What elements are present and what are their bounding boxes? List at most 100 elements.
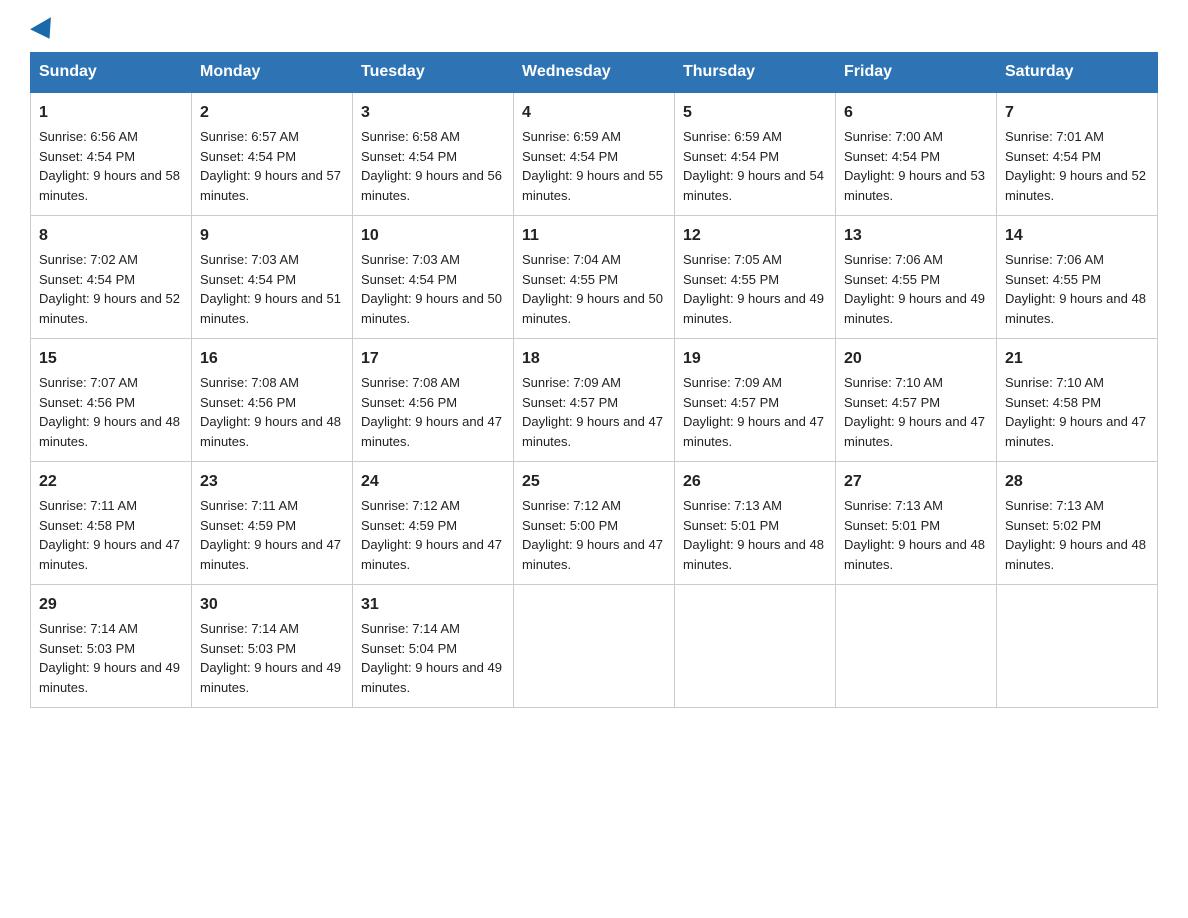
day-cell: 11 Sunrise: 7:04 AMSunset: 4:55 PMDayligh… (514, 216, 675, 339)
day-number: 10 (361, 224, 505, 248)
day-cell: 20 Sunrise: 7:10 AMSunset: 4:57 PMDayligh… (836, 339, 997, 462)
day-number: 1 (39, 101, 183, 125)
day-cell: 30 Sunrise: 7:14 AMSunset: 5:03 PMDayligh… (192, 585, 353, 708)
day-info: Sunrise: 7:08 AMSunset: 4:56 PMDaylight:… (361, 375, 502, 449)
day-info: Sunrise: 6:58 AMSunset: 4:54 PMDaylight:… (361, 129, 502, 203)
day-cell (514, 585, 675, 708)
header-cell-sunday: Sunday (31, 53, 192, 93)
calendar-table: SundayMondayTuesdayWednesdayThursdayFrid… (30, 52, 1158, 708)
week-row-3: 15Sunrise: 7:07 AMSunset: 4:56 PMDayligh… (31, 339, 1158, 462)
day-number: 7 (1005, 101, 1149, 125)
day-info: Sunrise: 7:09 AMSunset: 4:57 PMDaylight:… (683, 375, 824, 449)
week-row-5: 29Sunrise: 7:14 AMSunset: 5:03 PMDayligh… (31, 585, 1158, 708)
day-info: Sunrise: 7:10 AMSunset: 4:58 PMDaylight:… (1005, 375, 1146, 449)
day-info: Sunrise: 7:13 AMSunset: 5:01 PMDaylight:… (683, 498, 824, 572)
day-cell: 14Sunrise: 7:06 AMSunset: 4:55 PMDayligh… (997, 216, 1158, 339)
day-cell: 25 Sunrise: 7:12 AMSunset: 5:00 PMDayligh… (514, 462, 675, 585)
day-cell: 2 Sunrise: 6:57 AMSunset: 4:54 PMDaylight… (192, 92, 353, 216)
day-number: 9 (200, 224, 344, 248)
logo-triangle-icon (30, 17, 60, 45)
day-info: Sunrise: 7:03 AMSunset: 4:54 PMDaylight:… (200, 252, 341, 326)
day-cell: 3Sunrise: 6:58 AMSunset: 4:54 PMDaylight… (353, 92, 514, 216)
day-info: Sunrise: 7:12 AMSunset: 5:00 PMDaylight:… (522, 498, 663, 572)
day-info: Sunrise: 7:14 AMSunset: 5:03 PMDaylight:… (200, 621, 341, 695)
calendar-header: SundayMondayTuesdayWednesdayThursdayFrid… (31, 53, 1158, 93)
day-info: Sunrise: 7:13 AMSunset: 5:02 PMDaylight:… (1005, 498, 1146, 572)
day-number: 22 (39, 470, 183, 494)
day-number: 8 (39, 224, 183, 248)
day-cell (836, 585, 997, 708)
day-number: 17 (361, 347, 505, 371)
day-cell: 15Sunrise: 7:07 AMSunset: 4:56 PMDayligh… (31, 339, 192, 462)
day-number: 28 (1005, 470, 1149, 494)
week-row-2: 8 Sunrise: 7:02 AMSunset: 4:54 PMDaylight… (31, 216, 1158, 339)
day-cell: 6 Sunrise: 7:00 AMSunset: 4:54 PMDaylight… (836, 92, 997, 216)
header-cell-wednesday: Wednesday (514, 53, 675, 93)
day-cell: 9 Sunrise: 7:03 AMSunset: 4:54 PMDaylight… (192, 216, 353, 339)
day-cell (997, 585, 1158, 708)
day-info: Sunrise: 7:07 AMSunset: 4:56 PMDaylight:… (39, 375, 180, 449)
day-cell: 24Sunrise: 7:12 AMSunset: 4:59 PMDayligh… (353, 462, 514, 585)
day-info: Sunrise: 7:09 AMSunset: 4:57 PMDaylight:… (522, 375, 663, 449)
day-number: 26 (683, 470, 827, 494)
day-number: 12 (683, 224, 827, 248)
day-cell: 12Sunrise: 7:05 AMSunset: 4:55 PMDayligh… (675, 216, 836, 339)
header-cell-thursday: Thursday (675, 53, 836, 93)
day-cell: 31Sunrise: 7:14 AMSunset: 5:04 PMDayligh… (353, 585, 514, 708)
header-cell-monday: Monday (192, 53, 353, 93)
day-number: 30 (200, 593, 344, 617)
day-info: Sunrise: 6:59 AMSunset: 4:54 PMDaylight:… (683, 129, 824, 203)
day-cell: 29Sunrise: 7:14 AMSunset: 5:03 PMDayligh… (31, 585, 192, 708)
day-cell: 7 Sunrise: 7:01 AMSunset: 4:54 PMDaylight… (997, 92, 1158, 216)
day-info: Sunrise: 7:03 AMSunset: 4:54 PMDaylight:… (361, 252, 502, 326)
day-cell: 4 Sunrise: 6:59 AMSunset: 4:54 PMDaylight… (514, 92, 675, 216)
day-info: Sunrise: 7:06 AMSunset: 4:55 PMDaylight:… (844, 252, 985, 326)
day-cell: 16Sunrise: 7:08 AMSunset: 4:56 PMDayligh… (192, 339, 353, 462)
day-number: 31 (361, 593, 505, 617)
day-number: 14 (1005, 224, 1149, 248)
header-cell-friday: Friday (836, 53, 997, 93)
day-number: 4 (522, 101, 666, 125)
day-info: Sunrise: 6:56 AMSunset: 4:54 PMDaylight:… (39, 129, 180, 203)
day-cell: 18 Sunrise: 7:09 AMSunset: 4:57 PMDayligh… (514, 339, 675, 462)
week-row-1: 1 Sunrise: 6:56 AMSunset: 4:54 PMDaylight… (31, 92, 1158, 216)
day-cell: 26 Sunrise: 7:13 AMSunset: 5:01 PMDayligh… (675, 462, 836, 585)
day-cell: 19 Sunrise: 7:09 AMSunset: 4:57 PMDayligh… (675, 339, 836, 462)
day-cell: 13 Sunrise: 7:06 AMSunset: 4:55 PMDayligh… (836, 216, 997, 339)
day-number: 19 (683, 347, 827, 371)
week-row-4: 22 Sunrise: 7:11 AMSunset: 4:58 PMDayligh… (31, 462, 1158, 585)
day-number: 18 (522, 347, 666, 371)
day-info: Sunrise: 7:10 AMSunset: 4:57 PMDaylight:… (844, 375, 985, 449)
day-info: Sunrise: 7:11 AMSunset: 4:59 PMDaylight:… (200, 498, 341, 572)
day-number: 23 (200, 470, 344, 494)
day-info: Sunrise: 6:57 AMSunset: 4:54 PMDaylight:… (200, 129, 341, 203)
day-number: 21 (1005, 347, 1149, 371)
day-cell: 17 Sunrise: 7:08 AMSunset: 4:56 PMDayligh… (353, 339, 514, 462)
header-cell-saturday: Saturday (997, 53, 1158, 93)
day-number: 27 (844, 470, 988, 494)
day-number: 5 (683, 101, 827, 125)
day-cell: 10 Sunrise: 7:03 AMSunset: 4:54 PMDayligh… (353, 216, 514, 339)
day-info: Sunrise: 7:02 AMSunset: 4:54 PMDaylight:… (39, 252, 180, 326)
day-cell: 27 Sunrise: 7:13 AMSunset: 5:01 PMDayligh… (836, 462, 997, 585)
day-cell (675, 585, 836, 708)
day-number: 2 (200, 101, 344, 125)
day-number: 11 (522, 224, 666, 248)
day-info: Sunrise: 7:00 AMSunset: 4:54 PMDaylight:… (844, 129, 985, 203)
day-number: 13 (844, 224, 988, 248)
day-cell: 8 Sunrise: 7:02 AMSunset: 4:54 PMDaylight… (31, 216, 192, 339)
day-info: Sunrise: 6:59 AMSunset: 4:54 PMDaylight:… (522, 129, 663, 203)
day-number: 25 (522, 470, 666, 494)
day-number: 16 (200, 347, 344, 371)
day-info: Sunrise: 7:01 AMSunset: 4:54 PMDaylight:… (1005, 129, 1146, 203)
day-info: Sunrise: 7:13 AMSunset: 5:01 PMDaylight:… (844, 498, 985, 572)
header-cell-tuesday: Tuesday (353, 53, 514, 93)
day-number: 6 (844, 101, 988, 125)
day-number: 20 (844, 347, 988, 371)
day-info: Sunrise: 7:04 AMSunset: 4:55 PMDaylight:… (522, 252, 663, 326)
day-cell: 1 Sunrise: 6:56 AMSunset: 4:54 PMDaylight… (31, 92, 192, 216)
day-cell: 21 Sunrise: 7:10 AMSunset: 4:58 PMDayligh… (997, 339, 1158, 462)
day-cell: 28 Sunrise: 7:13 AMSunset: 5:02 PMDayligh… (997, 462, 1158, 585)
header-row: SundayMondayTuesdayWednesdayThursdayFrid… (31, 53, 1158, 93)
day-info: Sunrise: 7:11 AMSunset: 4:58 PMDaylight:… (39, 498, 180, 572)
